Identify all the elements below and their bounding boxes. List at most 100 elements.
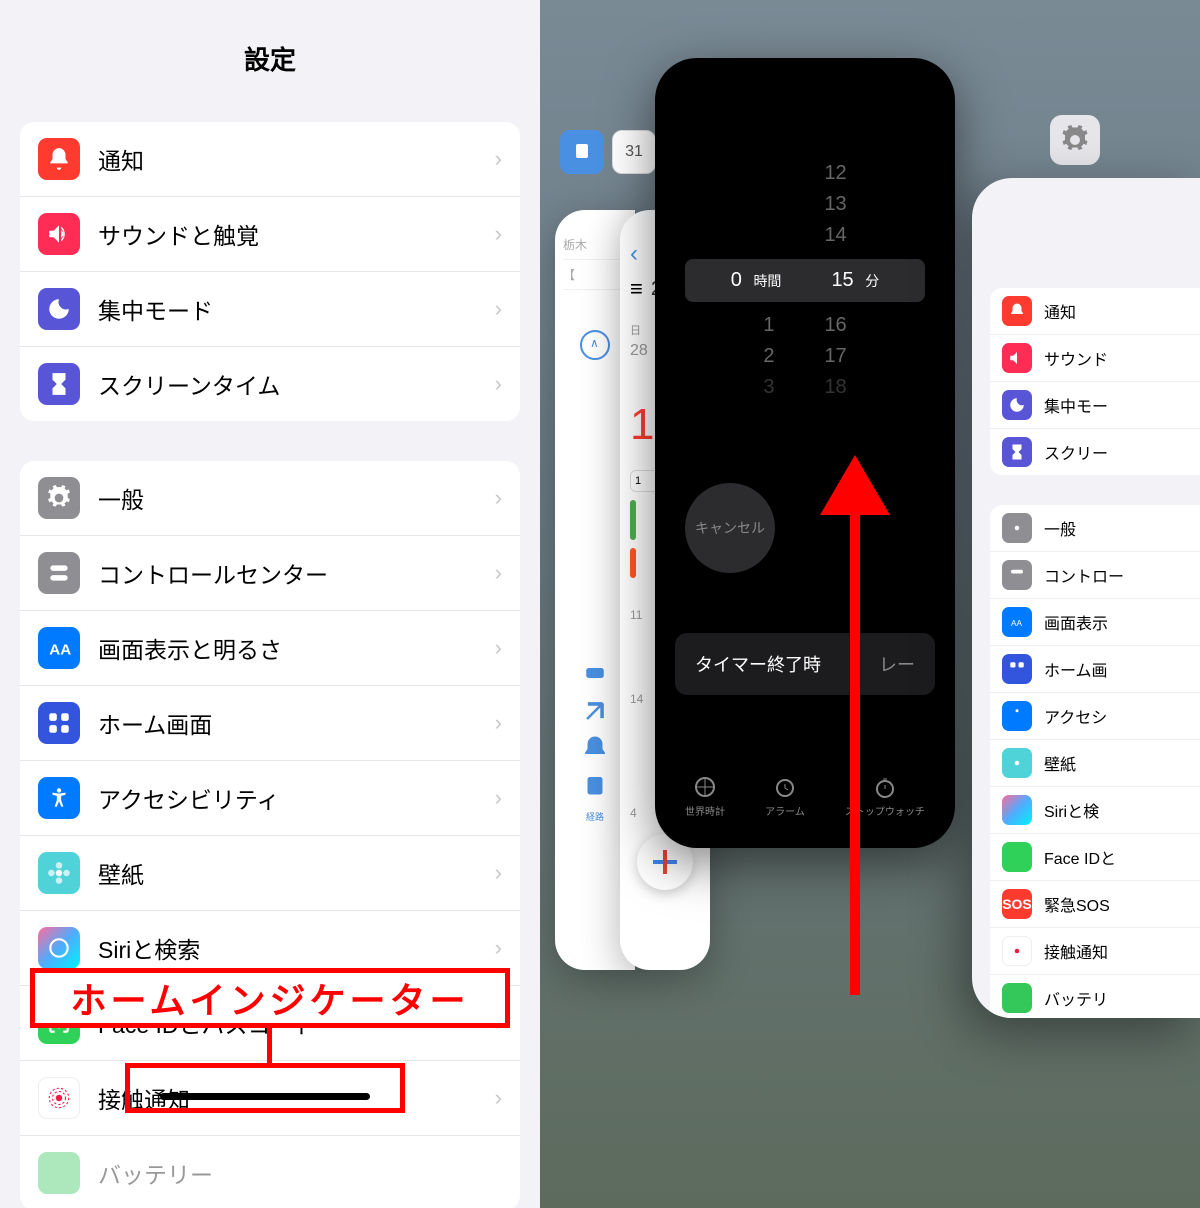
row-screentime[interactable]: スクリーンタイム › (20, 347, 520, 421)
grid-icon (38, 702, 80, 744)
row-label: 画面表示と明るさ (98, 631, 495, 665)
row-accessibility[interactable]: アクセシビリティ › (20, 761, 520, 836)
sos-icon: SOS (1002, 889, 1032, 919)
row-label: バッテリー (98, 1156, 502, 1190)
page-title: 設定 (0, 0, 540, 107)
mini-row[interactable]: 壁紙 (990, 740, 1200, 787)
chevron-right-icon: › (495, 935, 502, 961)
tab-alarm[interactable]: アラーム (765, 775, 805, 818)
mini-row[interactable]: サウンド (990, 335, 1200, 382)
row-control-center[interactable]: コントロールセンター › (20, 536, 520, 611)
bell-icon (38, 138, 80, 180)
app-card-clock[interactable]: 012 013 014 0 時間 15 分 116 217 318 キャンセル … (655, 58, 955, 848)
row-battery[interactable]: バッテリー (20, 1136, 520, 1208)
bell-icon (1002, 296, 1032, 326)
mini-row[interactable]: スクリー (990, 429, 1200, 475)
mini-row[interactable]: バッテリ (990, 975, 1200, 1018)
switches-icon (38, 552, 80, 594)
mini-row[interactable]: コントロー (990, 552, 1200, 599)
row-wallpaper[interactable]: 壁紙 › (20, 836, 520, 911)
exposure-icon (1002, 936, 1032, 966)
timer-end-row[interactable]: タイマー終了時 レー (675, 633, 935, 695)
accessibility-icon (1002, 701, 1032, 731)
row-label: サウンドと触覚 (98, 217, 495, 251)
tab-worldclock[interactable]: 世界時計 (685, 775, 725, 818)
row-focus[interactable]: 集中モード › (20, 272, 520, 347)
mini-row[interactable]: Face IDと (990, 834, 1200, 881)
transit-app-icon[interactable] (560, 130, 604, 174)
battery-icon (38, 1152, 80, 1194)
calendar-app-icon[interactable]: 31 (612, 130, 656, 174)
row-label: コントロールセンター (98, 556, 495, 590)
row-notifications[interactable]: 通知 › (20, 122, 520, 197)
grid-icon (1002, 654, 1032, 684)
chevron-right-icon: › (495, 296, 502, 322)
faceid-icon (1002, 842, 1032, 872)
siri-icon (1002, 795, 1032, 825)
timer-picker[interactable]: 012 013 014 0 時間 15 分 116 217 318 (655, 58, 955, 423)
svg-text:AA: AA (49, 642, 71, 659)
exposure-icon (38, 1077, 80, 1119)
row-label: アクセシビリティ (98, 781, 495, 815)
row-label: 壁紙 (98, 856, 495, 890)
dock-icons: 31 (560, 130, 656, 174)
clock-tabbar: 世界時計 アラーム ストップウォッチ (655, 775, 955, 818)
text-size-icon: AA (38, 627, 80, 669)
chevron-right-icon: › (495, 221, 502, 247)
mini-row[interactable]: アクセシ (990, 693, 1200, 740)
chevron-right-icon: › (495, 560, 502, 586)
row-home-screen[interactable]: ホーム画面 › (20, 686, 520, 761)
flower-icon (38, 852, 80, 894)
chevron-right-icon: › (495, 860, 502, 886)
chevron-right-icon: › (495, 1085, 502, 1111)
accessibility-icon (38, 777, 80, 819)
siri-icon (38, 927, 80, 969)
app-card-settings[interactable]: 通知 サウンド 集中モー スクリー 一般 コントロー AA画面表示 ホーム画 ア… (972, 178, 1200, 1018)
app-switcher[interactable]: 31 栃木【 ∧ 経路 ‹ ≡ 2 日 28 1 1 11 14 4 (540, 0, 1200, 1208)
chevron-right-icon: › (495, 635, 502, 661)
moon-icon (38, 288, 80, 330)
speaker-icon (38, 213, 80, 255)
switches-icon (1002, 560, 1032, 590)
mini-row[interactable]: 集中モー (990, 382, 1200, 429)
row-general[interactable]: 一般 › (20, 461, 520, 536)
row-label: ホーム画面 (98, 706, 495, 740)
gear-icon (1002, 513, 1032, 543)
gear-icon (38, 477, 80, 519)
mini-row[interactable]: SOS緊急SOS (990, 881, 1200, 928)
mini-row[interactable]: 通知 (990, 288, 1200, 335)
mini-row[interactable]: ホーム画 (990, 646, 1200, 693)
mini-row[interactable]: AA画面表示 (990, 599, 1200, 646)
chevron-right-icon: › (495, 371, 502, 397)
chevron-right-icon: › (495, 146, 502, 172)
row-label: Siriと検索 (98, 931, 495, 965)
row-label: 集中モード (98, 292, 495, 326)
row-label: 一般 (98, 481, 495, 515)
row-sounds[interactable]: サウンドと触覚 › (20, 197, 520, 272)
flower-icon (1002, 748, 1032, 778)
mini-row[interactable]: 接触通知 (990, 928, 1200, 975)
settings-app-icon[interactable] (1050, 115, 1100, 165)
swipe-up-arrow-annotation (820, 455, 890, 995)
text-size-icon: AA (1002, 607, 1032, 637)
chevron-right-icon: › (495, 710, 502, 736)
mini-row[interactable]: 一般 (990, 505, 1200, 552)
annotation-connector (267, 1028, 272, 1063)
moon-icon (1002, 390, 1032, 420)
hourglass-icon (1002, 437, 1032, 467)
settings-group-1: 通知 › サウンドと触覚 › 集中モード › スクリーンタイム › (20, 122, 520, 421)
row-label: スクリーンタイム (98, 367, 495, 401)
row-display[interactable]: AA 画面表示と明るさ › (20, 611, 520, 686)
row-label: 通知 (98, 142, 495, 176)
settings-screen: 設定 通知 › サウンドと触覚 › 集中モード › スクリーンタイム › 一般 … (0, 0, 540, 1208)
hourglass-icon (38, 363, 80, 405)
chevron-right-icon: › (495, 485, 502, 511)
battery-icon (1002, 983, 1032, 1013)
cancel-button[interactable]: キャンセル (685, 483, 775, 573)
speaker-icon (1002, 343, 1032, 373)
annotation-highlight (125, 1063, 405, 1113)
svg-text:AA: AA (1011, 619, 1023, 628)
mini-row[interactable]: Siriと検 (990, 787, 1200, 834)
chevron-right-icon: › (495, 785, 502, 811)
annotation-label: ホームインジケーター (30, 968, 510, 1028)
